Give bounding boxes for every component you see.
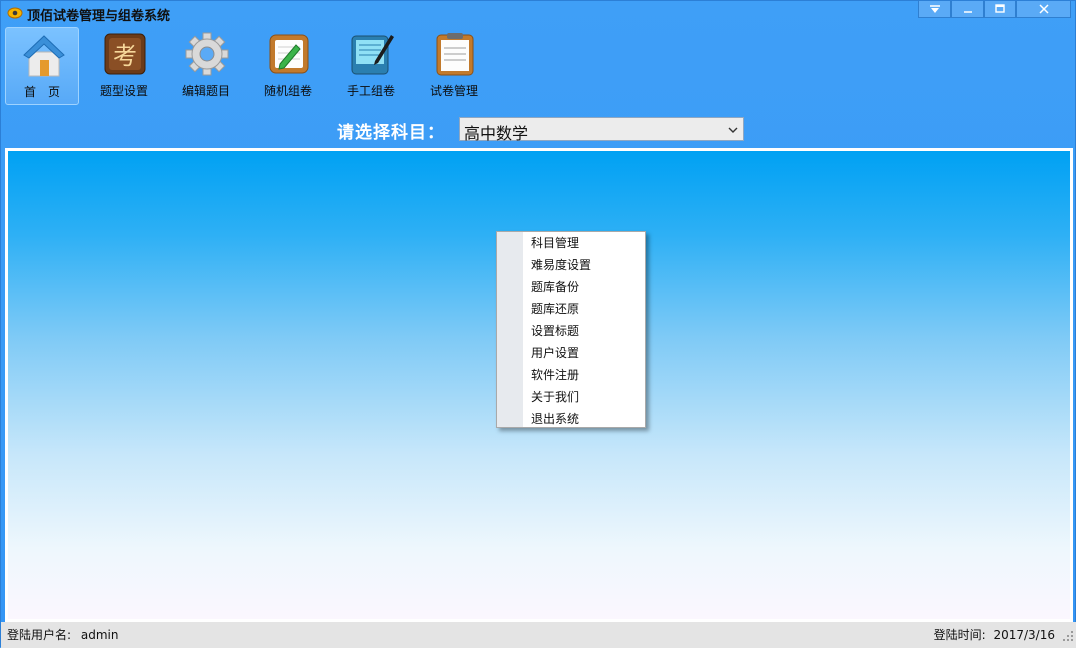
menu-item-bank-restore[interactable]: 题库还原 [523, 298, 645, 320]
context-menu: 科目管理 难易度设置 题库备份 题库还原 设置标题 用户设置 软件注册 关于我们… [496, 231, 646, 428]
toolbar-paper-management-button[interactable]: 试卷管理 [417, 27, 491, 105]
app-logo-icon [7, 7, 23, 19]
home-icon [23, 35, 65, 77]
status-time-label: 登陆时间: [933, 628, 986, 642]
toolbar-question-type-button[interactable]: 考 题型设置 [87, 27, 161, 105]
toolbar-home-button[interactable]: 首 页 [5, 27, 79, 105]
resize-grip-icon[interactable] [1062, 630, 1074, 642]
toolbar-manual-paper-label: 手工组卷 [346, 84, 395, 98]
subject-select-value: 高中数学 [464, 124, 529, 143]
menu-icon-gutter [497, 232, 523, 427]
toolbar-edit-questions-button[interactable]: 编辑题目 [169, 27, 243, 105]
menu-item-about-us[interactable]: 关于我们 [523, 386, 645, 408]
notepad-pencil-icon [269, 34, 309, 74]
menu-item-user-settings[interactable]: 用户设置 [523, 342, 645, 364]
caret-down-icon [929, 5, 940, 13]
tablet-pen-icon [351, 35, 394, 75]
main-toolbar: 首 页 考 题型设置 编辑题目 随机组卷 手工组卷 试卷管理 [1, 27, 521, 107]
minimize-button[interactable] [951, 1, 984, 18]
status-bar: 登陆用户名: admin 登陆时间: 2017/3/16 [1, 622, 1076, 648]
minimize-icon [963, 11, 972, 13]
status-time: 登陆时间: 2017/3/16 [934, 626, 1055, 643]
menu-item-set-title[interactable]: 设置标题 [523, 320, 645, 342]
maximize-button[interactable] [984, 1, 1016, 18]
gear-icon [185, 32, 229, 76]
svg-text:考: 考 [113, 42, 137, 70]
status-user: 登陆用户名: admin [7, 626, 118, 643]
dropdown-button[interactable] [918, 1, 951, 18]
status-user-label: 登陆用户名: [7, 628, 72, 642]
status-user-value: admin [80, 628, 119, 642]
subject-select[interactable]: 高中数学 [459, 117, 744, 143]
menu-item-exit-system[interactable]: 退出系统 [523, 408, 645, 430]
toolbar-manual-paper-button[interactable]: 手工组卷 [334, 27, 408, 105]
clipboard-icon [436, 33, 474, 76]
window-controls [918, 1, 1071, 19]
close-icon [1038, 4, 1049, 14]
window-title: 顶佰试卷管理与组卷系统 [27, 9, 171, 24]
toolbar-question-type-label: 题型设置 [99, 84, 148, 98]
menu-item-difficulty-settings[interactable]: 难易度设置 [523, 254, 645, 276]
menu-item-bank-backup[interactable]: 题库备份 [523, 276, 645, 298]
toolbar-home-label: 首 页 [23, 85, 60, 99]
menu-item-subject-management[interactable]: 科目管理 [523, 232, 645, 254]
maximize-icon [995, 4, 1005, 13]
status-time-value: 2017/3/16 [993, 628, 1055, 642]
toolbar-random-paper-label: 随机组卷 [263, 84, 312, 98]
subject-label: 请选择科目： [337, 123, 445, 143]
exam-book-icon: 考 [104, 33, 146, 75]
main-window: 顶佰试卷管理与组卷系统 首 页 考 题型设置 编辑题目 随机组卷 手工组卷 试卷… [0, 0, 1076, 648]
chevron-down-icon [728, 127, 738, 133]
close-button[interactable] [1016, 1, 1071, 18]
title-bar[interactable]: 顶佰试卷管理与组卷系统 [1, 1, 1076, 25]
toolbar-paper-management-label: 试卷管理 [429, 84, 478, 98]
menu-item-software-registration[interactable]: 软件注册 [523, 364, 645, 386]
toolbar-random-paper-button[interactable]: 随机组卷 [251, 27, 325, 105]
toolbar-edit-questions-label: 编辑题目 [181, 84, 230, 98]
